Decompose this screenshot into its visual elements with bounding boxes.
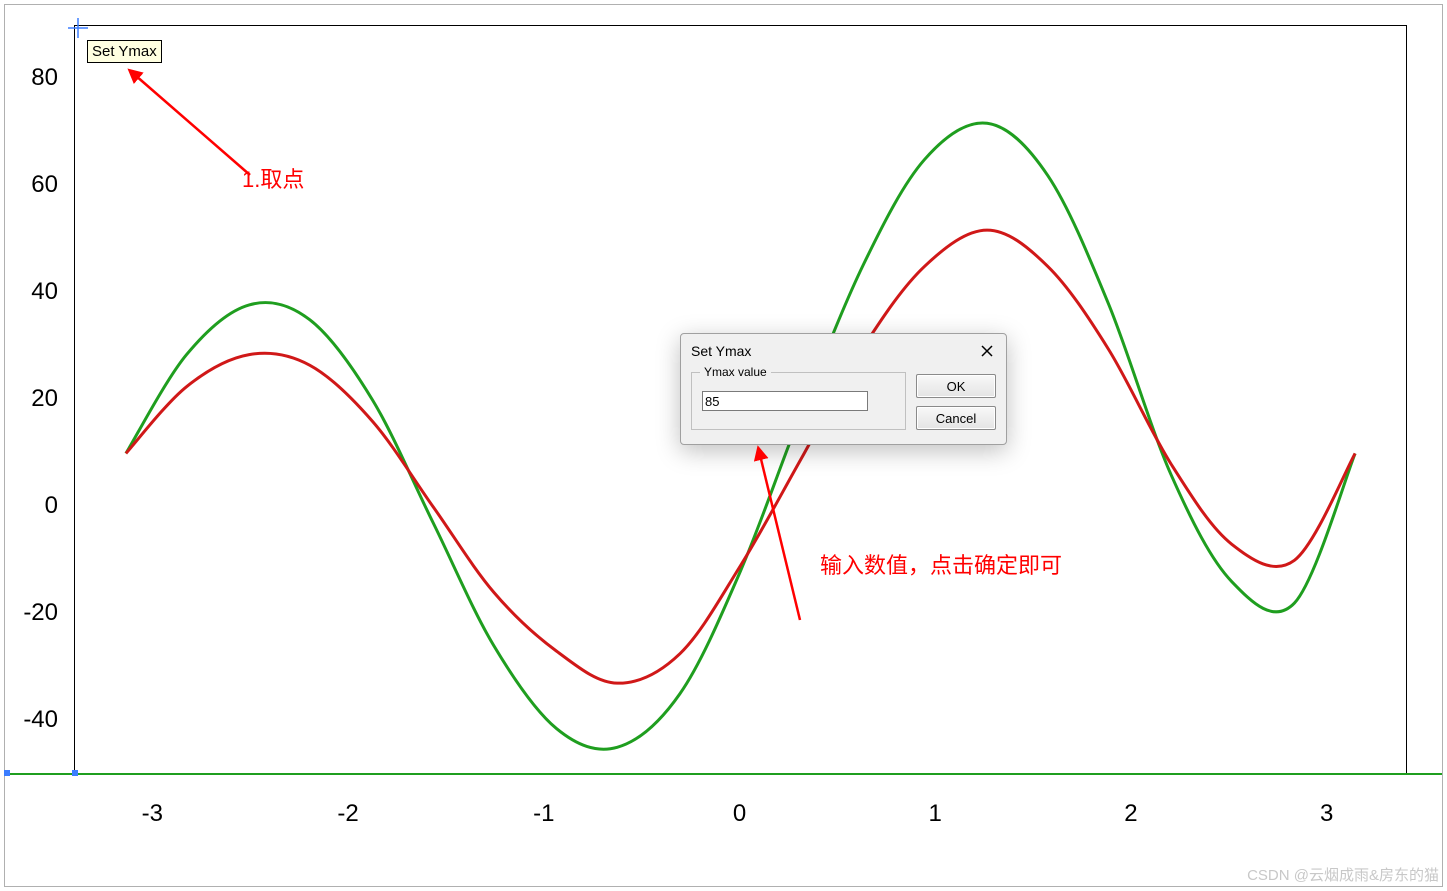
- y-tick-label: -40: [8, 706, 58, 734]
- series-red: [126, 230, 1355, 683]
- tooltip-set-ymax: Set Ymax: [87, 40, 162, 63]
- y-tick-label: 20: [8, 385, 58, 413]
- x-tick-label: -1: [533, 800, 554, 828]
- y-tick-label: 80: [8, 64, 58, 92]
- x-tick-label: 1: [929, 800, 942, 828]
- x-tick-label: 3: [1320, 800, 1333, 828]
- annotation-2: 输入数值，点击确定即可: [820, 548, 1062, 580]
- y-tick-label: 40: [8, 278, 58, 306]
- x-tick-label: -3: [142, 800, 163, 828]
- fieldset-ymax: Ymax value: [691, 372, 906, 430]
- y-tick-label: -20: [8, 599, 58, 627]
- x-tick-label: 0: [733, 800, 746, 828]
- x-tick-label: -2: [337, 800, 358, 828]
- ok-button[interactable]: OK: [916, 374, 996, 398]
- y-tick-label: 60: [8, 171, 58, 199]
- y-tick-label: 0: [8, 492, 58, 520]
- annotation-1: 1.取点: [242, 162, 304, 194]
- fieldset-legend: Ymax value: [700, 365, 771, 379]
- dialog-set-ymax: Set Ymax Ymax value OK Cancel: [680, 333, 1007, 445]
- x-tick-label: 2: [1124, 800, 1137, 828]
- cancel-button[interactable]: Cancel: [916, 406, 996, 430]
- close-icon[interactable]: [976, 340, 998, 362]
- dialog-title: Set Ymax: [691, 343, 751, 359]
- watermark: CSDN @云烟成雨&房东的猫: [1247, 864, 1439, 885]
- tooltip-label: Set Ymax: [92, 43, 157, 60]
- bottom-selection-bar: [5, 773, 1442, 775]
- ymax-input[interactable]: [702, 391, 868, 411]
